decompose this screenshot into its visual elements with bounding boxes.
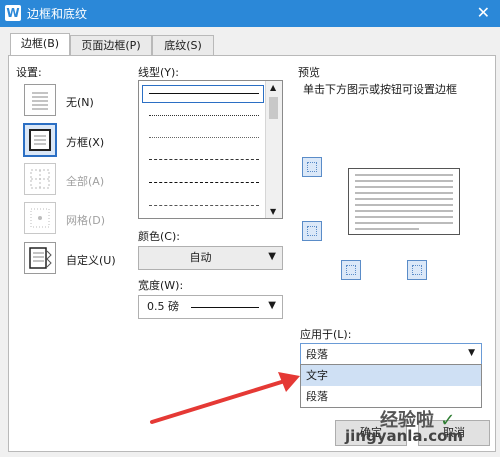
watermark-url: jingyanla.com [345, 427, 464, 445]
annotation-arrow [150, 372, 300, 424]
